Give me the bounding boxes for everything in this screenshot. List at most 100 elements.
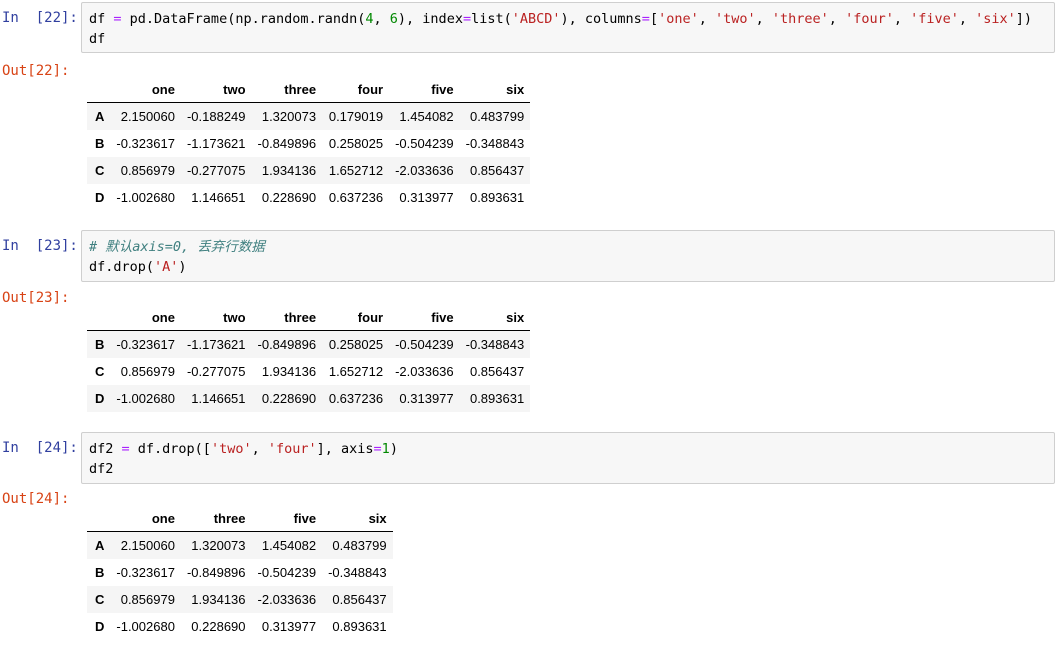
code-token: 'two' [714,11,756,27]
table-cell: 1.320073 [261,109,317,124]
table-cell: 0.637236 [328,190,384,205]
table-cell: -0.188249 [186,109,246,124]
code-token: ), index [397,11,463,27]
table-cell: 0.313977 [261,619,317,634]
code-token: , [893,11,911,27]
table-row: C 0.856979 1.934136 -2.033636 0.856437 [87,586,393,613]
table-cell: 0.258025 [328,337,384,352]
table-row: C 0.856979 -0.277075 1.934136 1.652712 -2.033… [87,358,530,385]
table-cell: -0.323617 [116,565,175,580]
row-index: C [95,163,105,178]
table-cell: -0.323617 [116,337,175,352]
code-token: df2 [89,441,122,457]
table-cell: 0.856979 [120,592,175,607]
table-cell: -2.033636 [257,592,317,607]
table-cell: 0.893631 [469,391,525,406]
code-token: 'four' [267,441,317,457]
code-token: = [641,11,650,27]
table-row: B -0.323617 -1.173621 -0.849896 0.258025 -0.5… [87,330,531,358]
table-cell: -1.002680 [116,619,175,634]
table-cell: -1.002680 [116,190,175,205]
code-token: 'six' [975,11,1016,27]
table-row: A 2.150060 1.320073 1.454082 0.483799 [87,531,393,559]
column-header: five [389,303,460,331]
table-cell: 1.454082 [399,109,454,124]
dataframe-output: one two three four five six B -0.323617 -1.17362… [87,303,531,412]
column-header: four [322,303,390,331]
table-cell: -0.504239 [395,337,454,352]
table-cell: 0.856979 [120,364,175,379]
column-header: six [459,75,531,103]
table-cell: 2.150060 [120,109,175,124]
table-cell: 0.483799 [332,538,387,553]
table-cell: -0.348843 [328,565,387,580]
row-index: B [95,136,105,151]
table-cell: 0.856979 [120,163,175,178]
code-token: = [373,441,382,457]
output-prompt: Out[24]: [2,491,70,507]
input-prompt: In [24]: [2,440,78,456]
table-cell: 1.146651 [191,190,246,205]
column-header: six [322,504,393,532]
table-cell: -0.277075 [186,364,246,379]
code-token: df2 [89,461,114,477]
column-header: one [110,303,181,331]
table-cell: -0.849896 [257,337,317,352]
code-token: , [755,11,772,27]
table-row: D -1.002680 0.228690 0.313977 0.893631 [87,613,393,640]
column-header: five [251,504,323,532]
code-token: # 默认axis=0, 丢弃行数据 [89,239,265,255]
code-token: 'A' [154,259,179,275]
table-cell: 0.893631 [332,619,387,634]
table-row: D -1.002680 1.146651 0.228690 0.637236 0.3139… [87,184,530,211]
column-header: three [251,75,323,103]
column-header: one [110,504,181,532]
table-cell: -2.033636 [395,163,454,178]
code-token: 'ABCD' [511,11,561,27]
column-header: two [180,303,252,331]
code-token: pd.DataFrame(np.random.randn( [121,11,366,27]
row-index: C [95,364,105,379]
code-token: , [828,11,846,27]
table-cell: -2.033636 [395,364,454,379]
row-index: A [95,538,105,553]
row-index: A [95,109,105,124]
code-token: 'one' [658,11,699,27]
table-cell: -0.504239 [257,565,317,580]
table-cell: 2.150060 [120,538,175,553]
table-cell: -1.002680 [116,391,175,406]
column-header: four [322,75,390,103]
input-prompt: In [23]: [2,238,78,254]
table-row: B -0.323617 -1.173621 -0.849896 0.258025 -0.5… [87,130,530,157]
column-header: two [180,75,252,103]
table-cell: 1.454082 [261,538,317,553]
index-header [87,75,111,103]
output-prompt: Out[22]: [2,63,70,79]
code-token: 1 [381,441,390,457]
table-cell: -0.277075 [186,163,246,178]
code-line: df2 = df.drop(['two', 'four'], axis=1) [89,439,1047,459]
column-header: three [251,303,323,331]
code-token: df.drop([ [129,441,211,457]
table-cell: 0.637236 [328,391,384,406]
table-cell: 1.320073 [191,538,246,553]
code-token: , [373,11,390,27]
code-line: df = pd.DataFrame(np.random.randn(4, 6),… [89,9,1047,29]
code-editor[interactable]: df2 = df.drop(['two', 'four'], axis=1) df… [81,432,1055,484]
table-cell: 1.652712 [328,163,384,178]
code-editor[interactable]: df = pd.DataFrame(np.random.randn(4, 6),… [81,2,1055,53]
input-prompt: In [22]: [2,10,78,26]
table-cell: 1.146651 [191,391,246,406]
table-cell: 1.652712 [328,364,384,379]
table-cell: -0.849896 [186,565,246,580]
code-token: = [462,11,472,27]
column-header: five [389,75,460,103]
table-cell: 0.856437 [469,364,525,379]
column-header: three [180,504,252,532]
table-cell: -0.323617 [116,136,175,151]
code-editor[interactable]: # 默认axis=0, 丢弃行数据 df.drop('A') [81,230,1055,282]
table-cell: -1.173621 [186,136,246,151]
table-cell: -0.849896 [257,136,317,151]
code-token: ) [178,259,187,275]
table-cell: 0.258025 [328,136,384,151]
